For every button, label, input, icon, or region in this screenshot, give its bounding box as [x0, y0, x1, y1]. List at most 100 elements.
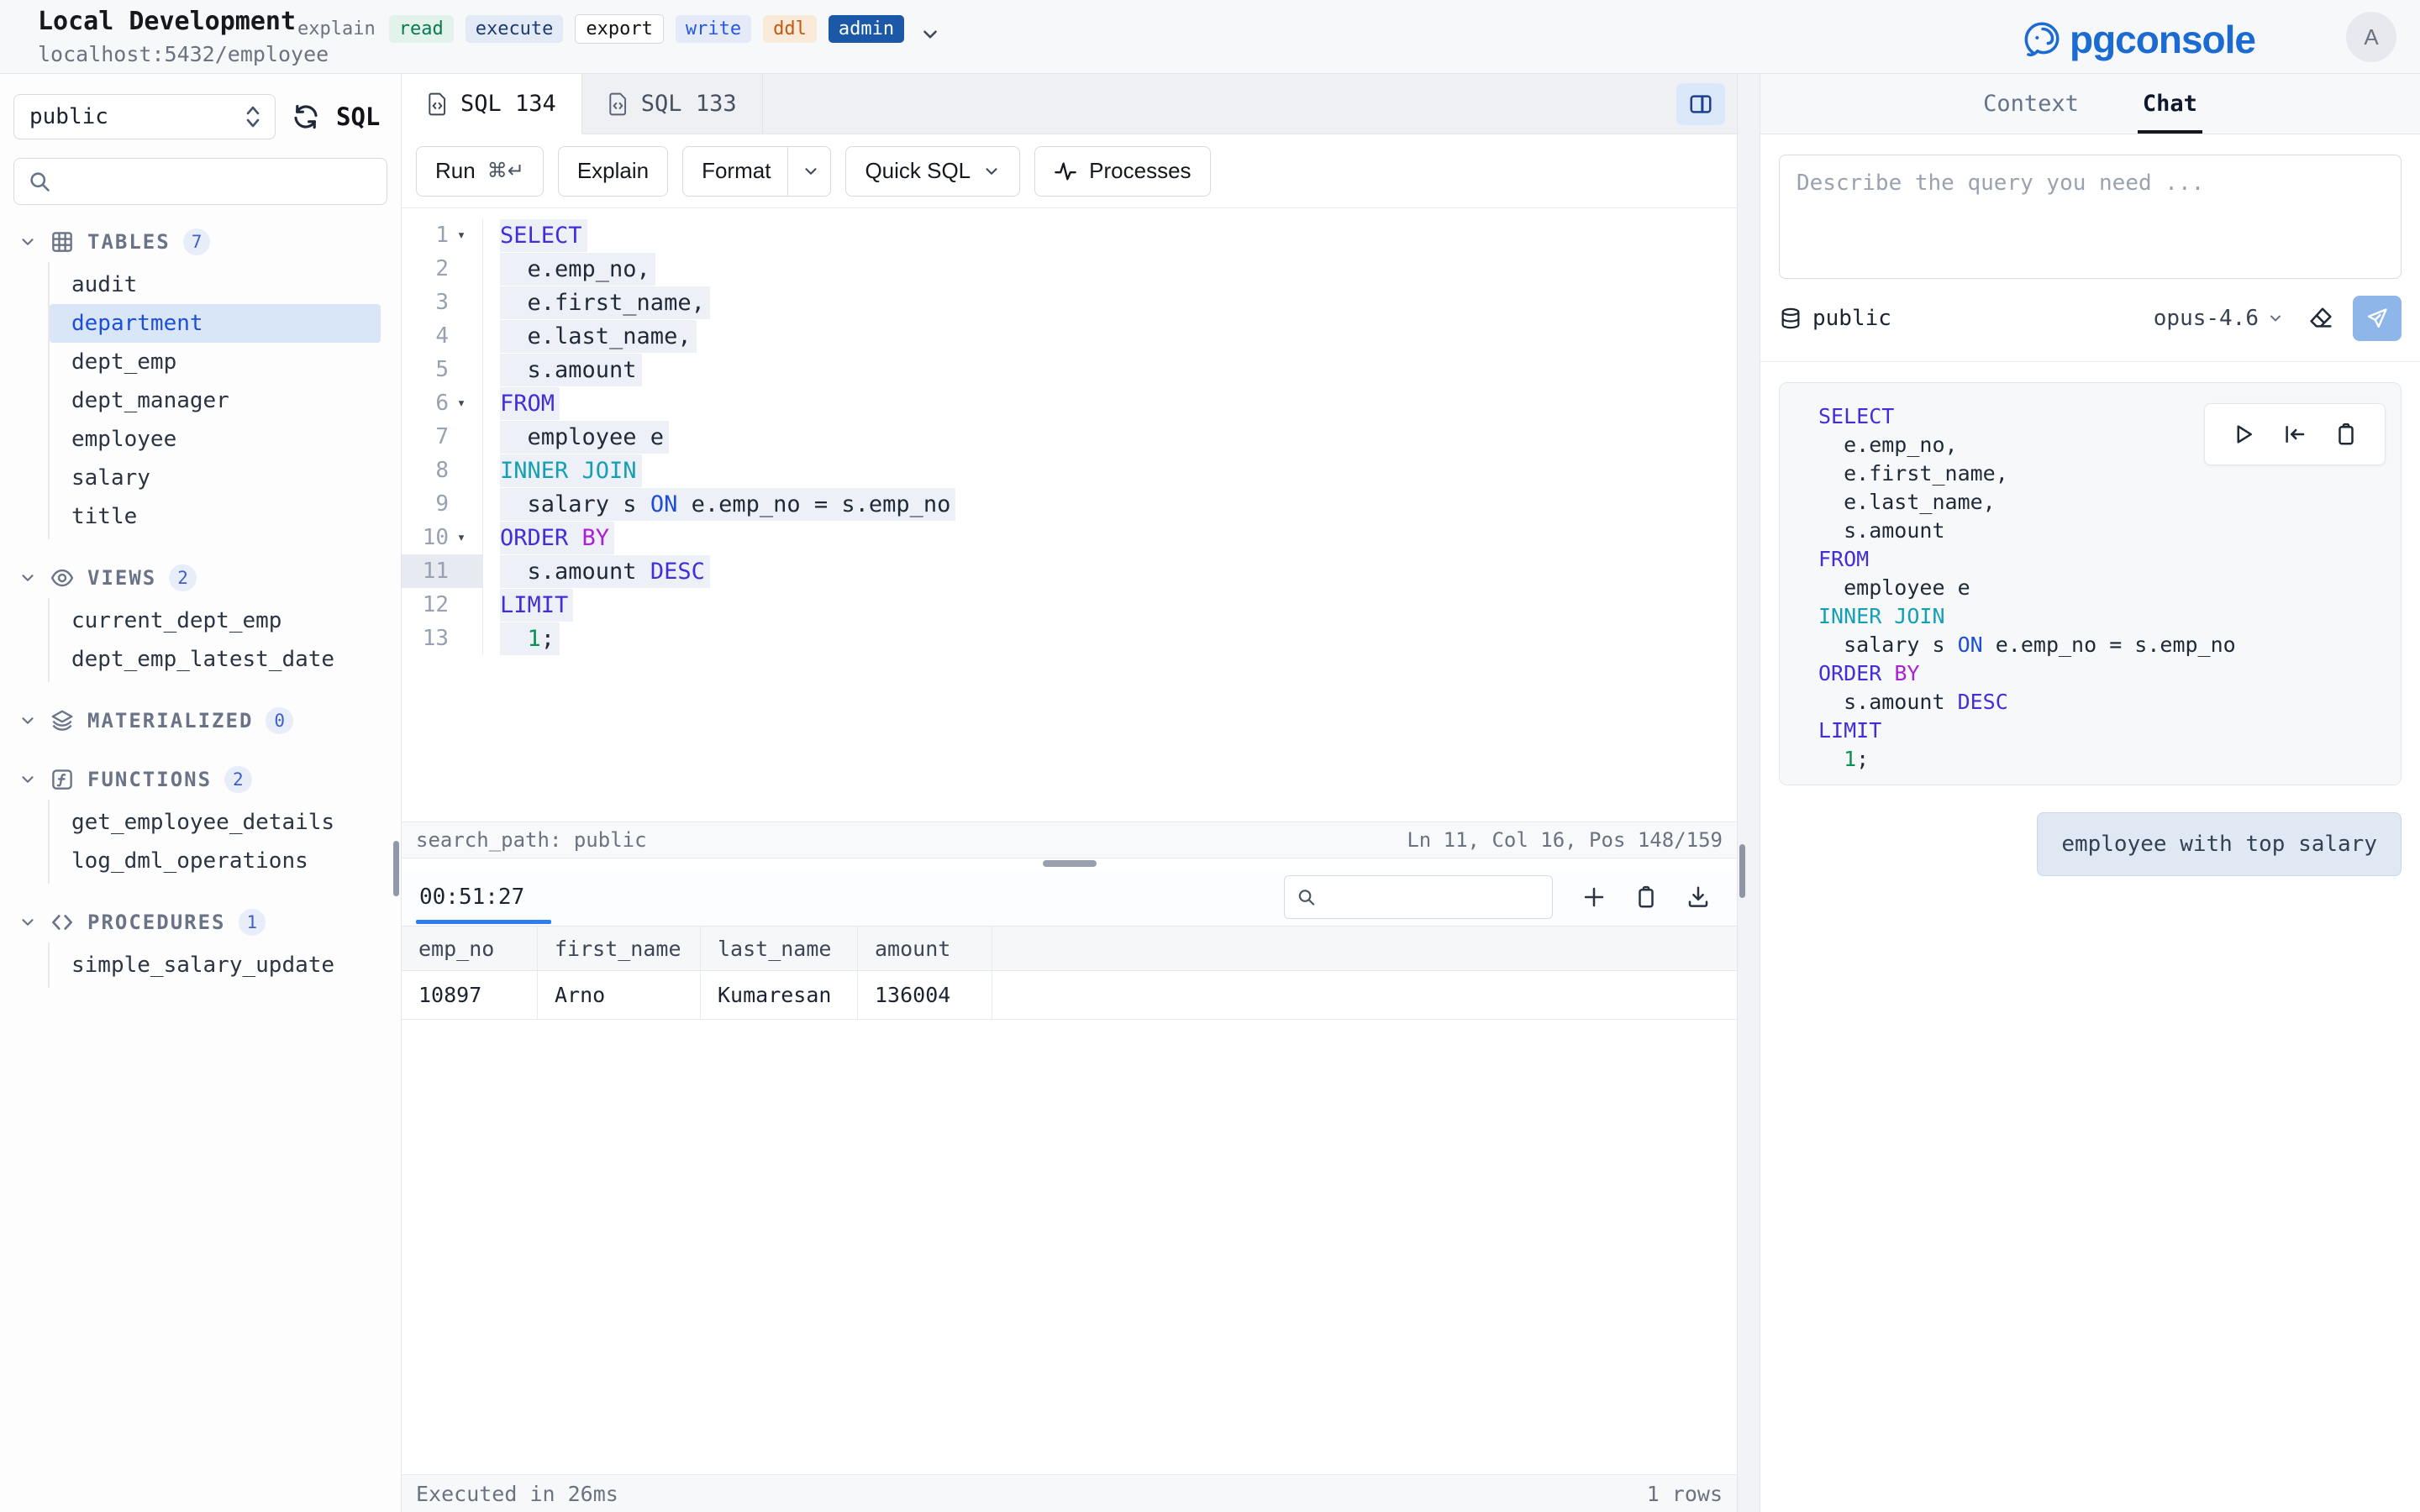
cursor-position-status: Ln 11, Col 16, Pos 148/159 — [1407, 828, 1723, 852]
copy-code-icon[interactable] — [2333, 422, 2359, 447]
tables-list: audit department dept_emp dept_manager e… — [48, 262, 401, 539]
badge-export[interactable]: export — [575, 14, 663, 44]
resize-handle[interactable] — [1043, 860, 1097, 867]
toggle-panel-icon[interactable] — [1676, 83, 1725, 125]
badge-execute[interactable]: execute — [466, 15, 564, 43]
format-button[interactable]: Format — [682, 146, 831, 197]
layers-icon — [50, 708, 75, 733]
sidebar-item-dept-emp[interactable]: dept_emp — [50, 343, 381, 381]
table-row[interactable]: 10897 Arno Kumaresan 136004 — [402, 971, 1737, 1020]
sidebar-item-salary[interactable]: salary — [50, 459, 381, 497]
result-tab-timer[interactable]: 00:51:27 — [416, 869, 528, 926]
select-chevrons-icon — [243, 104, 263, 129]
cell-last-name[interactable]: Kumaresan — [701, 971, 858, 1019]
tab-chat[interactable]: Chat — [2138, 74, 2202, 134]
sidebar-item-audit[interactable]: audit — [50, 265, 381, 304]
refresh-icon[interactable] — [291, 102, 321, 132]
results-toolbar: 00:51:27 — [402, 869, 1737, 926]
db-scope-label: public — [1812, 306, 1891, 331]
badge-admin[interactable]: admin — [829, 15, 904, 43]
results-search-input[interactable] — [1324, 885, 1540, 909]
sidebar-item-dept-manager[interactable]: dept_manager — [50, 381, 381, 420]
sidebar-search[interactable] — [13, 158, 387, 205]
chevron-down-icon — [18, 569, 37, 587]
db-scope-chip[interactable]: public — [1779, 306, 1891, 331]
row-count: 1 rows — [1647, 1482, 1723, 1506]
pgconsole-app: Local Development localhost:5432/employe… — [0, 0, 2420, 1512]
chevron-down-icon — [18, 770, 37, 789]
sidebar-scrollbar[interactable] — [393, 841, 399, 896]
explain-button[interactable]: Explain — [558, 146, 668, 197]
badge-explain[interactable]: explain — [296, 15, 377, 43]
sql-file-icon — [427, 92, 449, 116]
model-selector[interactable]: opus-4.6 — [2154, 306, 2284, 331]
sidebar-item-title[interactable]: title — [50, 497, 381, 536]
tab-context[interactable]: Context — [1978, 74, 2084, 134]
user-avatar[interactable]: A — [2346, 12, 2396, 62]
main-scrollbar[interactable] — [1739, 844, 1745, 898]
results-status-bar: Executed in 26ms 1 rows — [402, 1474, 1737, 1512]
sql-editor[interactable]: 1▾SELECT2 e.emp_no,3 e.first_name,4 e.la… — [402, 208, 1737, 822]
run-query-icon[interactable] — [2231, 422, 2256, 447]
results-search[interactable] — [1284, 875, 1553, 919]
sidebar-item-simple-salary-update[interactable]: simple_salary_update — [50, 946, 381, 984]
cell-emp-no[interactable]: 10897 — [402, 971, 538, 1019]
column-header[interactable]: first_name — [538, 927, 701, 970]
schema-select[interactable]: public — [13, 94, 276, 139]
run-button[interactable]: Run ⌘↵ — [416, 146, 544, 197]
sidebar-item-dept-emp-latest-date[interactable]: dept_emp_latest_date — [50, 640, 381, 679]
sidebar-search-input[interactable] — [61, 170, 373, 194]
section-label: FUNCTIONS — [87, 768, 212, 791]
processes-button[interactable]: Processes — [1034, 146, 1210, 197]
editor-main: SQL 134 SQL 133 Run ⌘↵ Explain — [402, 74, 1737, 1512]
section-tables[interactable]: TABLES 7 — [0, 222, 401, 262]
column-header[interactable]: last_name — [701, 927, 858, 970]
activity-pulse-icon — [1054, 160, 1077, 183]
clear-chat-icon[interactable] — [2307, 305, 2334, 332]
add-result-tab-icon[interactable] — [1581, 885, 1607, 910]
section-procedures[interactable]: PROCEDURES 1 — [0, 902, 401, 942]
chevron-down-icon — [982, 162, 1001, 181]
search-icon — [1297, 886, 1316, 908]
tab-sql-133[interactable]: SQL 133 — [582, 74, 763, 134]
insert-to-editor-icon[interactable] — [2282, 422, 2307, 447]
send-button[interactable] — [2353, 296, 2402, 341]
sidebar-item-get-employee-details[interactable]: get_employee_details — [50, 803, 381, 842]
results-table: emp_no first_name last_name amount 10897… — [402, 926, 1737, 1474]
badge-write[interactable]: write — [676, 15, 751, 43]
section-views[interactable]: VIEWS 2 — [0, 558, 401, 598]
execution-time: Executed in 26ms — [416, 1482, 618, 1506]
badge-read[interactable]: read — [389, 15, 454, 43]
sidebar-item-current-dept-emp[interactable]: current_dept_emp — [50, 601, 381, 640]
column-header[interactable]: emp_no — [402, 927, 538, 970]
section-count-badge: 7 — [183, 228, 211, 255]
chevron-down-icon[interactable] — [919, 24, 941, 45]
results-header-row: emp_no first_name last_name amount — [402, 926, 1737, 971]
format-dropdown[interactable] — [787, 147, 820, 196]
panel-divider[interactable] — [1737, 74, 1760, 1512]
model-name: opus-4.6 — [2154, 306, 2259, 331]
chat-input[interactable] — [1779, 155, 2402, 279]
section-materialized[interactable]: MATERIALIZED 0 — [0, 701, 401, 741]
quick-sql-button[interactable]: Quick SQL — [845, 146, 1020, 197]
brand-logo: pgconsole — [2019, 17, 2255, 62]
section-label: VIEWS — [87, 566, 156, 590]
cell-first-name[interactable]: Arno — [538, 971, 701, 1019]
badge-ddl[interactable]: ddl — [763, 15, 817, 43]
chevron-down-icon — [18, 233, 37, 251]
editor-tabbar: SQL 134 SQL 133 — [402, 74, 1737, 134]
search-icon — [28, 170, 51, 193]
download-results-icon[interactable] — [1686, 885, 1711, 910]
explain-label: Explain — [577, 158, 649, 184]
cell-amount[interactable]: 136004 — [858, 971, 992, 1019]
column-header[interactable]: amount — [858, 927, 992, 970]
tab-sql-134[interactable]: SQL 134 — [402, 74, 582, 134]
sidebar-item-log-dml-operations[interactable]: log_dml_operations — [50, 842, 381, 880]
section-functions[interactable]: FUNCTIONS 2 — [0, 759, 401, 800]
sidebar-item-department[interactable]: department — [50, 304, 381, 343]
panel-resizer — [402, 858, 1737, 869]
copy-results-icon[interactable] — [1634, 885, 1659, 910]
sql-mode-label[interactable]: SQL — [336, 102, 380, 131]
sidebar-item-employee[interactable]: employee — [50, 420, 381, 459]
procedures-list: simple_salary_update — [48, 942, 401, 988]
